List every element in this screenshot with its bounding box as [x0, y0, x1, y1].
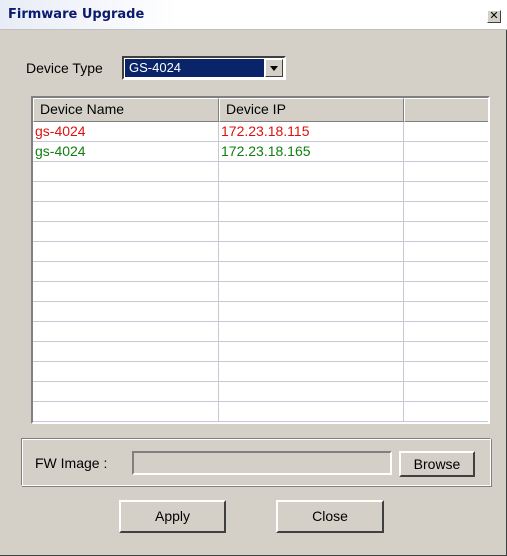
device-ip-cell [219, 222, 404, 241]
device-name-cell [33, 282, 219, 301]
device-name-cell [33, 322, 219, 341]
extra-cell [404, 242, 488, 261]
device-name-cell [33, 182, 219, 201]
extra-cell [404, 382, 488, 401]
device-name-cell [33, 362, 219, 381]
device-name-cell [33, 242, 219, 261]
device-ip-cell [219, 242, 404, 261]
device-ip-cell: 172.23.18.165 [219, 142, 404, 161]
extra-cell [404, 342, 488, 361]
extra-cell [404, 202, 488, 221]
device-ip-cell [219, 362, 404, 381]
extra-cell [404, 262, 488, 281]
device-name-cell [33, 302, 219, 321]
device-table: Device Name Device IP gs-4024 172.23.18.1… [31, 96, 490, 424]
table-row[interactable] [33, 282, 488, 302]
table-row[interactable] [33, 262, 488, 282]
device-ip-cell [219, 342, 404, 361]
device-ip-cell [219, 202, 404, 221]
extra-cell [404, 222, 488, 241]
firmware-upgrade-dialog: Firmware Upgrade ✕ Device Type GS-4024 D… [0, 0, 507, 556]
extra-cell [404, 182, 488, 201]
apply-button[interactable]: Apply [119, 500, 226, 533]
device-name-cell [33, 202, 219, 221]
table-row[interactable]: gs-4024 172.23.18.165 [33, 142, 488, 162]
device-name-cell [33, 342, 219, 361]
extra-cell [404, 142, 488, 161]
table-row[interactable] [33, 222, 488, 242]
device-ip-cell [219, 282, 404, 301]
device-ip-cell [219, 302, 404, 321]
browse-button[interactable]: Browse [399, 451, 475, 477]
extra-cell [404, 362, 488, 381]
device-name-cell: gs-4024 [33, 142, 219, 161]
extra-cell [404, 122, 488, 141]
device-ip-cell [219, 322, 404, 341]
column-header-device-name[interactable]: Device Name [33, 98, 219, 122]
column-header-device-ip[interactable]: Device IP [219, 98, 404, 122]
window-title: Firmware Upgrade [8, 7, 145, 22]
table-row[interactable] [33, 182, 488, 202]
table-row[interactable]: gs-4024 172.23.18.115 [33, 122, 488, 142]
table-row[interactable] [33, 322, 488, 342]
table-row[interactable] [33, 242, 488, 262]
table-row[interactable] [33, 362, 488, 382]
extra-cell [404, 402, 488, 421]
device-ip-cell [219, 262, 404, 281]
device-name-cell: gs-4024 [33, 122, 219, 141]
table-header: Device Name Device IP [33, 98, 488, 122]
table-body: gs-4024 172.23.18.115 gs-4024 172.23.18.165 [33, 122, 488, 422]
device-name-cell [33, 162, 219, 181]
column-header-empty[interactable] [404, 98, 488, 122]
fw-image-label: FW Image : [35, 455, 108, 471]
extra-cell [404, 162, 488, 181]
table-row[interactable] [33, 382, 488, 402]
close-button[interactable]: Close [276, 500, 384, 533]
device-name-cell [33, 382, 219, 401]
device-ip-cell [219, 182, 404, 201]
device-type-selected-value[interactable]: GS-4024 [125, 59, 264, 77]
close-icon[interactable]: ✕ [487, 10, 501, 23]
extra-cell [404, 302, 488, 321]
device-type-select[interactable]: GS-4024 [122, 56, 286, 80]
title-bar: Firmware Upgrade ✕ [0, 0, 507, 30]
device-name-cell [33, 402, 219, 421]
chevron-down-icon[interactable] [265, 59, 283, 77]
table-row[interactable] [33, 342, 488, 362]
device-ip-cell [219, 402, 404, 421]
table-row[interactable] [33, 402, 488, 422]
table-row[interactable] [33, 202, 488, 222]
table-row[interactable] [33, 162, 488, 182]
device-type-label: Device Type [26, 60, 103, 76]
device-ip-cell [219, 382, 404, 401]
table-row[interactable] [33, 302, 488, 322]
extra-cell [404, 322, 488, 341]
extra-cell [404, 282, 488, 301]
device-name-cell [33, 262, 219, 281]
fw-image-field[interactable] [132, 451, 392, 475]
device-ip-cell: 172.23.18.115 [219, 122, 404, 141]
device-name-cell [33, 222, 219, 241]
device-ip-cell [219, 162, 404, 181]
